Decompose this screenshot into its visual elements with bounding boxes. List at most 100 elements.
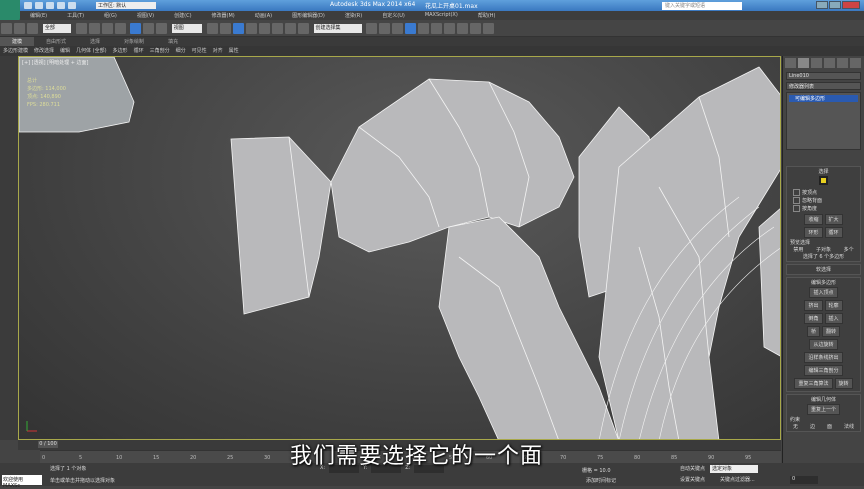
extrude-spline-button[interactable]: 沿样条线挤出 (804, 352, 843, 363)
motion-tab-icon[interactable] (824, 58, 835, 68)
repeat-last-button[interactable]: 重复上一个 (806, 404, 840, 415)
render-frame-icon[interactable] (470, 23, 482, 34)
key-filters-button[interactable]: 关键点过滤器... (720, 476, 755, 483)
hinge-button[interactable]: 从边旋转 (809, 339, 838, 350)
tab-freeform[interactable]: 自由形式 (34, 37, 78, 46)
by-vertex-checkbox[interactable]: 按顶点 (787, 189, 860, 196)
menu-help[interactable]: 帮助(H) (468, 11, 506, 20)
material-editor-icon[interactable] (444, 23, 456, 34)
ribbon-geometry[interactable]: 几何体 (全部) (73, 46, 110, 56)
menu-animation[interactable]: 动画(A) (245, 11, 282, 20)
undo-icon[interactable] (57, 2, 65, 9)
save-icon[interactable] (46, 2, 54, 9)
new-icon[interactable] (24, 2, 32, 9)
constraint-face-radio[interactable]: 面 (827, 423, 832, 430)
edit-triangulation-button[interactable]: 编辑三角剖分 (804, 365, 843, 376)
render-setup-icon[interactable] (457, 23, 469, 34)
ribbon-edit[interactable]: 编辑 (57, 46, 73, 56)
extrude-button[interactable]: 挤出 (804, 300, 823, 311)
rect-select-icon[interactable] (101, 23, 113, 34)
menu-create[interactable]: 创建(C) (164, 11, 201, 20)
constraint-edge-radio[interactable]: 边 (810, 423, 815, 430)
curve-editor-icon[interactable] (418, 23, 430, 34)
layer-icon[interactable] (392, 23, 404, 34)
set-key-button[interactable]: 设置关键点 (680, 476, 705, 483)
ignore-backface-checkbox[interactable]: 忽略背面 (787, 197, 860, 204)
inset-button[interactable]: 插入 (824, 313, 843, 324)
polygon-subobject-icon[interactable] (819, 176, 828, 185)
search-input[interactable]: 键入关键字或短语 (662, 2, 742, 10)
menu-edit[interactable]: 编辑(E) (20, 11, 57, 20)
add-time-tag[interactable]: 添加时间标记 (586, 477, 616, 484)
tab-modeling[interactable]: 建模 (0, 37, 35, 46)
mesh-model[interactable] (19, 57, 781, 440)
current-frame-field[interactable]: 0 (790, 476, 818, 484)
menu-rendering[interactable]: 渲染(R) (335, 11, 372, 20)
display-tab-icon[interactable] (837, 58, 848, 68)
keyboard-shortcut-icon[interactable] (232, 23, 244, 34)
constraint-none-radio[interactable]: 无 (793, 423, 798, 430)
rollout-title[interactable]: 编辑多边形 (787, 279, 860, 286)
insert-vertex-button[interactable]: 插入顶点 (809, 287, 838, 298)
constraint-normal-radio[interactable]: 法线 (844, 423, 854, 430)
shrink-button[interactable]: 收缩 (804, 214, 823, 225)
rollout-title[interactable]: 编辑几何体 (787, 396, 860, 403)
create-tab-icon[interactable] (785, 58, 796, 68)
loop-button[interactable]: 循环 (824, 227, 843, 238)
preview-multi-radio[interactable]: 多个 (844, 246, 854, 253)
ribbon-subdivision[interactable]: 细分 (173, 46, 189, 56)
utilities-tab-icon[interactable] (850, 58, 861, 68)
ribbon-polygons[interactable]: 多边形 (110, 46, 131, 56)
minimize-button[interactable] (816, 1, 828, 9)
rotate-icon[interactable] (142, 23, 154, 34)
menu-views[interactable]: 视图(V) (127, 11, 164, 20)
outline-button[interactable]: 轮廓 (824, 300, 843, 311)
unlink-icon[interactable] (14, 23, 25, 34)
ribbon-visibility[interactable]: 可见性 (189, 46, 210, 56)
named-selection-dropdown[interactable]: 创建选择集 (313, 24, 362, 33)
modifier-list-dropdown[interactable]: 修改器列表 (786, 82, 861, 90)
ribbon-loops[interactable]: 循环 (131, 46, 147, 56)
bevel-button[interactable]: 倒角 (804, 313, 823, 324)
move-icon[interactable] (129, 23, 141, 34)
edit-named-sel-icon[interactable] (297, 23, 309, 34)
preview-subobj-radio[interactable]: 子对象 (816, 246, 831, 253)
modifier-stack[interactable]: 可编辑多边形 (786, 92, 861, 150)
select-by-name-icon[interactable] (88, 23, 100, 34)
preview-off-radio[interactable]: 禁用 (793, 246, 803, 253)
menu-maxscript[interactable]: MAXScript(X) (415, 11, 468, 20)
hierarchy-tab-icon[interactable] (811, 58, 822, 68)
tab-selection[interactable]: 选择 (78, 37, 112, 46)
ring-button[interactable]: 环形 (804, 227, 823, 238)
pivot-icon[interactable] (206, 23, 218, 34)
menu-tools[interactable]: 工具(T) (57, 11, 94, 20)
ref-coord-dropdown[interactable]: 视图 (171, 24, 202, 33)
scene-explorer-icon[interactable] (405, 23, 417, 34)
render-icon[interactable] (483, 23, 495, 34)
angle-snap-icon[interactable] (258, 23, 270, 34)
ribbon-align[interactable]: 对齐 (210, 46, 226, 56)
selection-filter-dropdown[interactable]: 全部 (42, 24, 71, 33)
menu-modifiers[interactable]: 修改器(M) (202, 11, 245, 20)
ribbon-poly-modeling[interactable]: 多边形建模 (0, 46, 31, 56)
grow-button[interactable]: 扩大 (824, 214, 843, 225)
schematic-icon[interactable] (431, 23, 443, 34)
menu-customize[interactable]: 自定义(U) (372, 11, 415, 20)
turn-button[interactable]: 旋转 (834, 378, 853, 389)
app-menu-button[interactable] (0, 0, 20, 22)
flip-button[interactable]: 翻转 (822, 326, 841, 337)
menu-graph-editors[interactable]: 图形编辑器(D) (282, 11, 335, 20)
manipulate-icon[interactable] (219, 23, 231, 34)
workspace-dropdown[interactable]: 工作区: 默认 (96, 2, 156, 9)
mirror-icon[interactable] (366, 23, 378, 34)
percent-snap-icon[interactable] (271, 23, 283, 34)
window-crossing-icon[interactable] (114, 23, 126, 34)
stack-item[interactable]: 可编辑多边形 (789, 95, 858, 102)
by-angle-checkbox[interactable]: 按角度 (787, 205, 860, 212)
ribbon-properties[interactable]: 属性 (226, 46, 242, 56)
perspective-viewport[interactable]: [+] [透视] [明暗处理 + 边面] 总计 多边形: 114,000 顶点:… (18, 56, 781, 440)
maxscript-listener[interactable]: 欢迎使用 MAXSc (2, 475, 42, 489)
select-object-icon[interactable] (75, 23, 87, 34)
align-icon[interactable] (379, 23, 391, 34)
menu-group[interactable]: 组(G) (94, 11, 127, 20)
